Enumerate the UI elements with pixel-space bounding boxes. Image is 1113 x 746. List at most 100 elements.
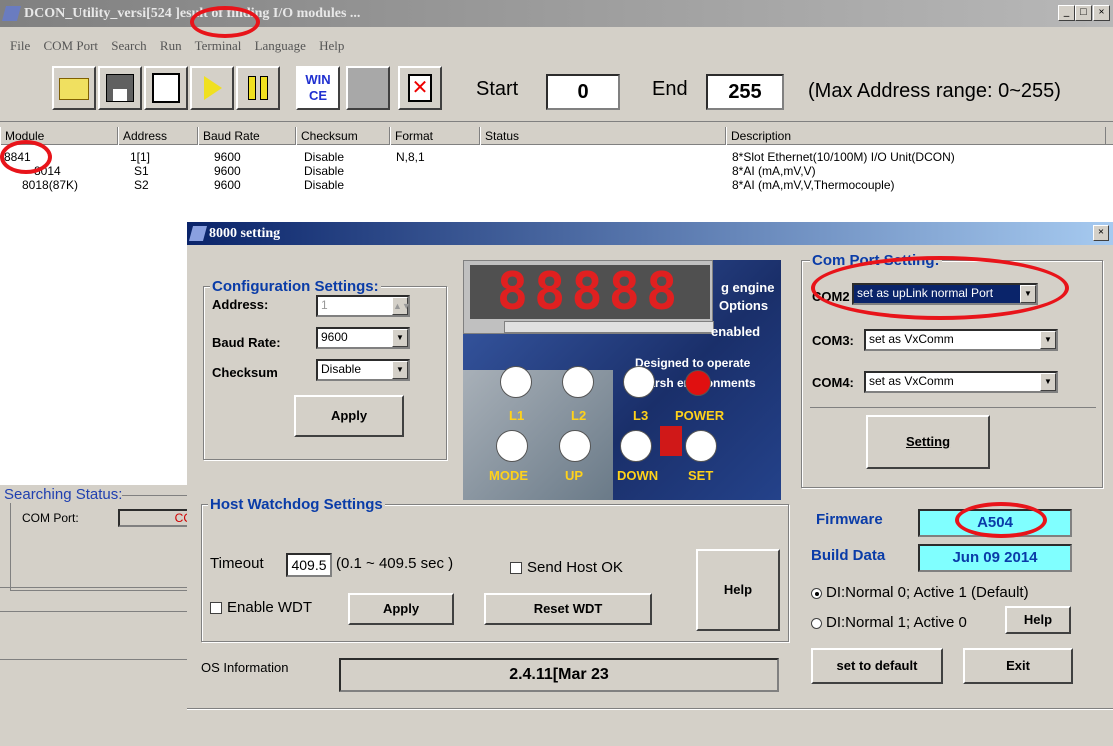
panel-scrollbar[interactable]	[504, 321, 714, 333]
led-l1	[500, 366, 532, 398]
com4-label: COM4:	[812, 375, 854, 390]
spinner-arrows-icon[interactable]: ▲▼	[392, 297, 411, 315]
max-range-note: (Max Address range: 0~255)	[808, 80, 1061, 102]
blank-button[interactable]	[346, 66, 390, 110]
menu-file[interactable]: File	[10, 38, 30, 53]
pause-icon	[248, 76, 256, 100]
watchdog-help-button[interactable]: Help	[696, 549, 780, 631]
com-setting-button[interactable]: Setting	[866, 415, 990, 469]
minimize-button[interactable]: _	[1058, 5, 1075, 21]
com-port-value: CC	[118, 509, 198, 527]
enable-wdt-label: Enable WDT	[227, 599, 313, 616]
com4-select[interactable]: set as VxComm ▼	[864, 371, 1058, 393]
firmware-label: Firmware	[816, 511, 883, 528]
start-label: Start	[476, 78, 519, 100]
config-settings-group: Configuration Settings: Address: 1 ▲▼ Bau…	[203, 278, 447, 460]
main-title-bar: DCON_Utility_versi[524 ]esult of finding…	[0, 0, 1113, 27]
col-checksum[interactable]: Checksum	[296, 127, 390, 145]
exit-button[interactable]: Exit	[963, 648, 1073, 684]
seven-segment-display: 88888	[463, 260, 714, 334]
set-key-label: SET	[688, 468, 714, 483]
highlight-ring-module	[0, 140, 52, 174]
col-description[interactable]: Description	[726, 127, 1106, 145]
build-data-label: Build Data	[811, 547, 886, 564]
address-spinner[interactable]: 1 ▲▼	[316, 295, 411, 317]
mode-key[interactable]	[496, 430, 528, 462]
highlight-ring-firmware	[955, 502, 1047, 538]
col-status[interactable]: Status	[480, 127, 726, 145]
checksum-value: Disable	[321, 362, 362, 376]
send-host-ok-checkbox[interactable]: Send Host OK	[510, 559, 623, 576]
col-address[interactable]: Address	[118, 127, 198, 145]
overlay-text-1: g engine	[721, 280, 775, 295]
searching-status-title: Searching Status:	[4, 486, 123, 503]
end-address-input[interactable]: 255	[706, 74, 784, 110]
menu-language[interactable]: Language	[255, 38, 306, 53]
table-row[interactable]: 8018(87K) S2 9600 Disable 8*AI (mA,mV,V,…	[0, 178, 1113, 192]
start-address-input[interactable]: 0	[546, 74, 620, 110]
col-format[interactable]: Format	[390, 127, 480, 145]
com3-select[interactable]: set as VxComm ▼	[864, 329, 1058, 351]
com3-label: COM3:	[812, 333, 854, 348]
cell-description: 8*AI (mA,mV,V,Thermocouple)	[732, 178, 895, 192]
di-help-button[interactable]: Help	[1005, 606, 1071, 634]
dialog-icon	[188, 226, 208, 241]
dialog-title: 8000 setting	[209, 226, 281, 241]
save-button[interactable]	[98, 66, 142, 110]
timeout-label: Timeout	[210, 555, 264, 572]
host-watchdog-title: Host Watchdog Settings	[208, 496, 385, 513]
chevron-down-icon[interactable]: ▼	[1040, 373, 1056, 391]
menu-run[interactable]: Run	[160, 38, 182, 53]
table-row[interactable]: 8014 S1 9600 Disable 8*AI (mA,mV,V)	[0, 164, 1113, 178]
baud-rate-select[interactable]: 9600 ▼	[316, 327, 410, 349]
end-label: End	[652, 78, 688, 100]
cell-module: 8018(87K)	[22, 178, 79, 192]
open-button[interactable]	[52, 66, 96, 110]
menu-terminal[interactable]: Terminal	[195, 38, 242, 53]
reset-wdt-button[interactable]: Reset WDT	[484, 593, 652, 625]
app-icon	[1, 6, 22, 21]
close-button[interactable]: ×	[1093, 5, 1110, 21]
config-apply-button[interactable]: Apply	[294, 395, 404, 437]
menu-com-port[interactable]: COM Port	[43, 38, 98, 53]
print-button[interactable]	[144, 66, 188, 110]
di-normal0-radio[interactable]: DI:Normal 0; Active 1 (Default)	[811, 584, 1029, 601]
di-normal1-label: DI:Normal 1; Active 0	[826, 614, 967, 631]
wince-button[interactable]: WIN CE	[296, 66, 340, 110]
stop-search-button[interactable]: ✕	[398, 66, 442, 110]
cell-description: 8*Slot Ethernet(10/100M) I/O Unit(DCON)	[732, 150, 955, 164]
down-key[interactable]	[620, 430, 652, 462]
dialog-close-button[interactable]: ×	[1093, 225, 1109, 241]
folder-icon	[59, 78, 89, 100]
watchdog-apply-button[interactable]: Apply	[348, 593, 454, 625]
chevron-down-icon[interactable]: ▼	[392, 361, 408, 379]
maximize-button[interactable]: □	[1075, 5, 1092, 21]
led-power-label: POWER	[675, 408, 725, 423]
com-port-label: COM Port:	[22, 511, 79, 525]
di-normal1-radio[interactable]: DI:Normal 1; Active 0	[811, 614, 967, 631]
radio-unchecked-icon	[811, 617, 822, 629]
red-indicator	[660, 426, 682, 456]
os-information-value: 2.4.11[Mar 23	[339, 658, 779, 692]
chevron-down-icon[interactable]: ▼	[392, 329, 408, 347]
up-key[interactable]	[559, 430, 591, 462]
table-row[interactable]: 8841 1[1] 9600 Disable N,8,1 8*Slot Ethe…	[0, 150, 1113, 164]
cell-baud: 9600	[214, 150, 241, 164]
menu-bar: File COM Port Search Run Terminal Langua…	[10, 38, 354, 56]
overlay-text-2: Options	[719, 298, 769, 313]
checksum-select[interactable]: Disable ▼	[316, 359, 410, 381]
run-button[interactable]	[190, 66, 234, 110]
cell-checksum: Disable	[304, 164, 345, 178]
address-value: 1	[321, 298, 328, 312]
menu-search[interactable]: Search	[111, 38, 146, 53]
col-baud-rate[interactable]: Baud Rate	[198, 127, 296, 145]
pause-button[interactable]	[236, 66, 280, 110]
set-key[interactable]	[685, 430, 717, 462]
timeout-input[interactable]: 409.5	[286, 553, 332, 577]
com4-value: set as VxComm	[869, 374, 954, 388]
menu-help[interactable]: Help	[319, 38, 344, 53]
set-to-default-button[interactable]: set to default	[811, 648, 943, 684]
chevron-down-icon[interactable]: ▼	[1040, 331, 1056, 349]
enable-wdt-checkbox[interactable]: Enable WDT	[210, 599, 312, 616]
module-list-header: Module Address Baud Rate Checksum Format…	[0, 127, 1113, 145]
